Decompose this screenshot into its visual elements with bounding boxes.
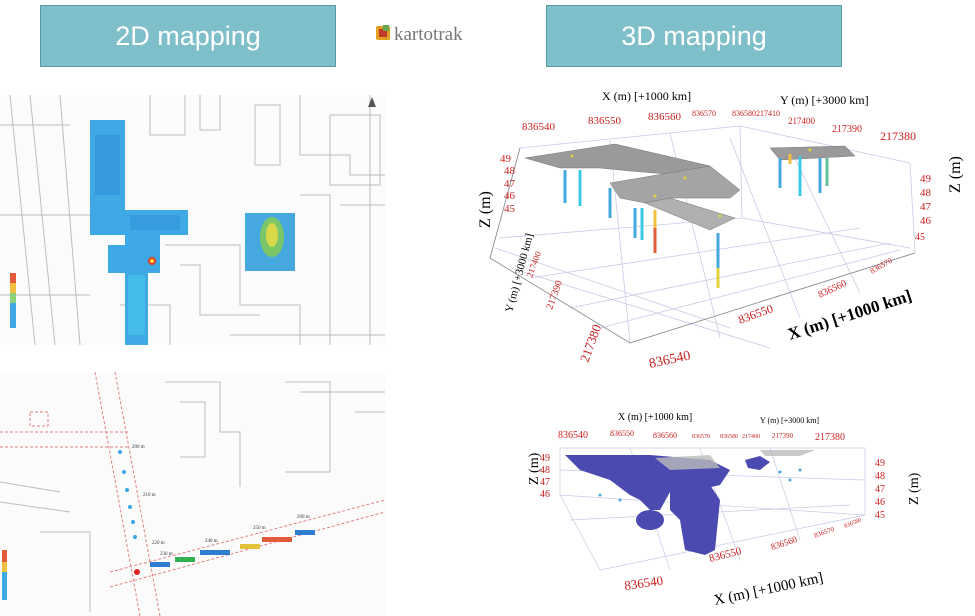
x-axis-title-top: X (m) [+1000 km]: [602, 89, 691, 103]
z-tick: 49: [875, 458, 885, 469]
y-tick: 217410: [756, 109, 780, 118]
y-axis-title-top: Y (m) [+3000 km]: [780, 93, 869, 107]
z-tick: 47: [875, 484, 885, 495]
z-tick: 46: [504, 190, 516, 202]
x-tick: 836560: [648, 111, 682, 123]
z-axis-title-left: Z (m): [477, 191, 494, 228]
x-tick: 836570: [692, 109, 716, 118]
x-tick: 217390: [772, 432, 794, 440]
y-tick: 217390: [832, 124, 862, 135]
z-tick: 48: [920, 187, 932, 199]
z-axis-title-right: Z (m): [907, 472, 922, 505]
z-tick: 45: [915, 232, 925, 243]
z-tick: 49: [920, 173, 932, 185]
map-2d-contour: [0, 95, 385, 345]
x-tick: 836550: [588, 115, 622, 127]
3d-mapping-button[interactable]: 3D mapping: [546, 5, 842, 67]
distance-label: 250 m: [253, 526, 266, 531]
distance-label: 230 m: [160, 552, 173, 557]
z-tick: 48: [504, 165, 516, 177]
plot-3d-volume: X (m) [+1000 km] Y (m) [+3000 km] Z (m) …: [470, 400, 975, 616]
x-tick: 217400: [742, 434, 760, 440]
2d-mapping-button[interactable]: 2D mapping: [40, 5, 336, 67]
plot-3d-boreholes: X (m) [+1000 km] Y (m) [+3000 km] Z (m) …: [470, 78, 975, 378]
distance-label: 210 m: [143, 493, 156, 498]
map-2d-points: 200 m 210 m 220 m 230 m 240 m 250 m 260 …: [0, 372, 385, 616]
x-tick: 836550: [610, 429, 634, 438]
z-tick: 46: [540, 489, 550, 500]
z-tick: 47: [504, 178, 516, 190]
z-tick: 48: [875, 471, 885, 482]
logo-text: kartotrak: [394, 24, 463, 45]
distance-label: 200 m: [132, 445, 145, 450]
y-tick: 217380: [880, 129, 916, 143]
x-tick: 836570: [692, 434, 710, 440]
y-tick: 217400: [788, 116, 816, 126]
z-tick: 48: [540, 465, 550, 476]
x-tick: 836540: [558, 430, 588, 441]
distance-label: 220 m: [152, 541, 165, 546]
z-tick: 45: [504, 203, 516, 215]
x-tick: 836580: [732, 109, 756, 118]
z-tick: 47: [540, 477, 550, 488]
x-tick: 836580: [720, 434, 738, 440]
z-axis-title-right: Z (m): [947, 156, 964, 193]
z-tick: 46: [920, 215, 932, 227]
x-tick: 836560: [653, 431, 677, 440]
distance-label: 260 m: [297, 515, 310, 520]
z-tick: 47: [920, 201, 932, 213]
z-tick: 49: [540, 453, 550, 464]
y-axis-title-top: Y (m) [+3000 km]: [760, 416, 819, 425]
z-tick: 45: [875, 510, 885, 521]
x-tick: 217380: [815, 432, 845, 443]
z-tick: 46: [875, 497, 885, 508]
x-axis-title-top: X (m) [+1000 km]: [618, 412, 692, 423]
kartotrak-logo: kartotrak: [376, 22, 516, 46]
distance-label: 240 m: [205, 539, 218, 544]
x-tick: 836540: [522, 121, 556, 133]
z-tick: 49: [500, 153, 512, 165]
